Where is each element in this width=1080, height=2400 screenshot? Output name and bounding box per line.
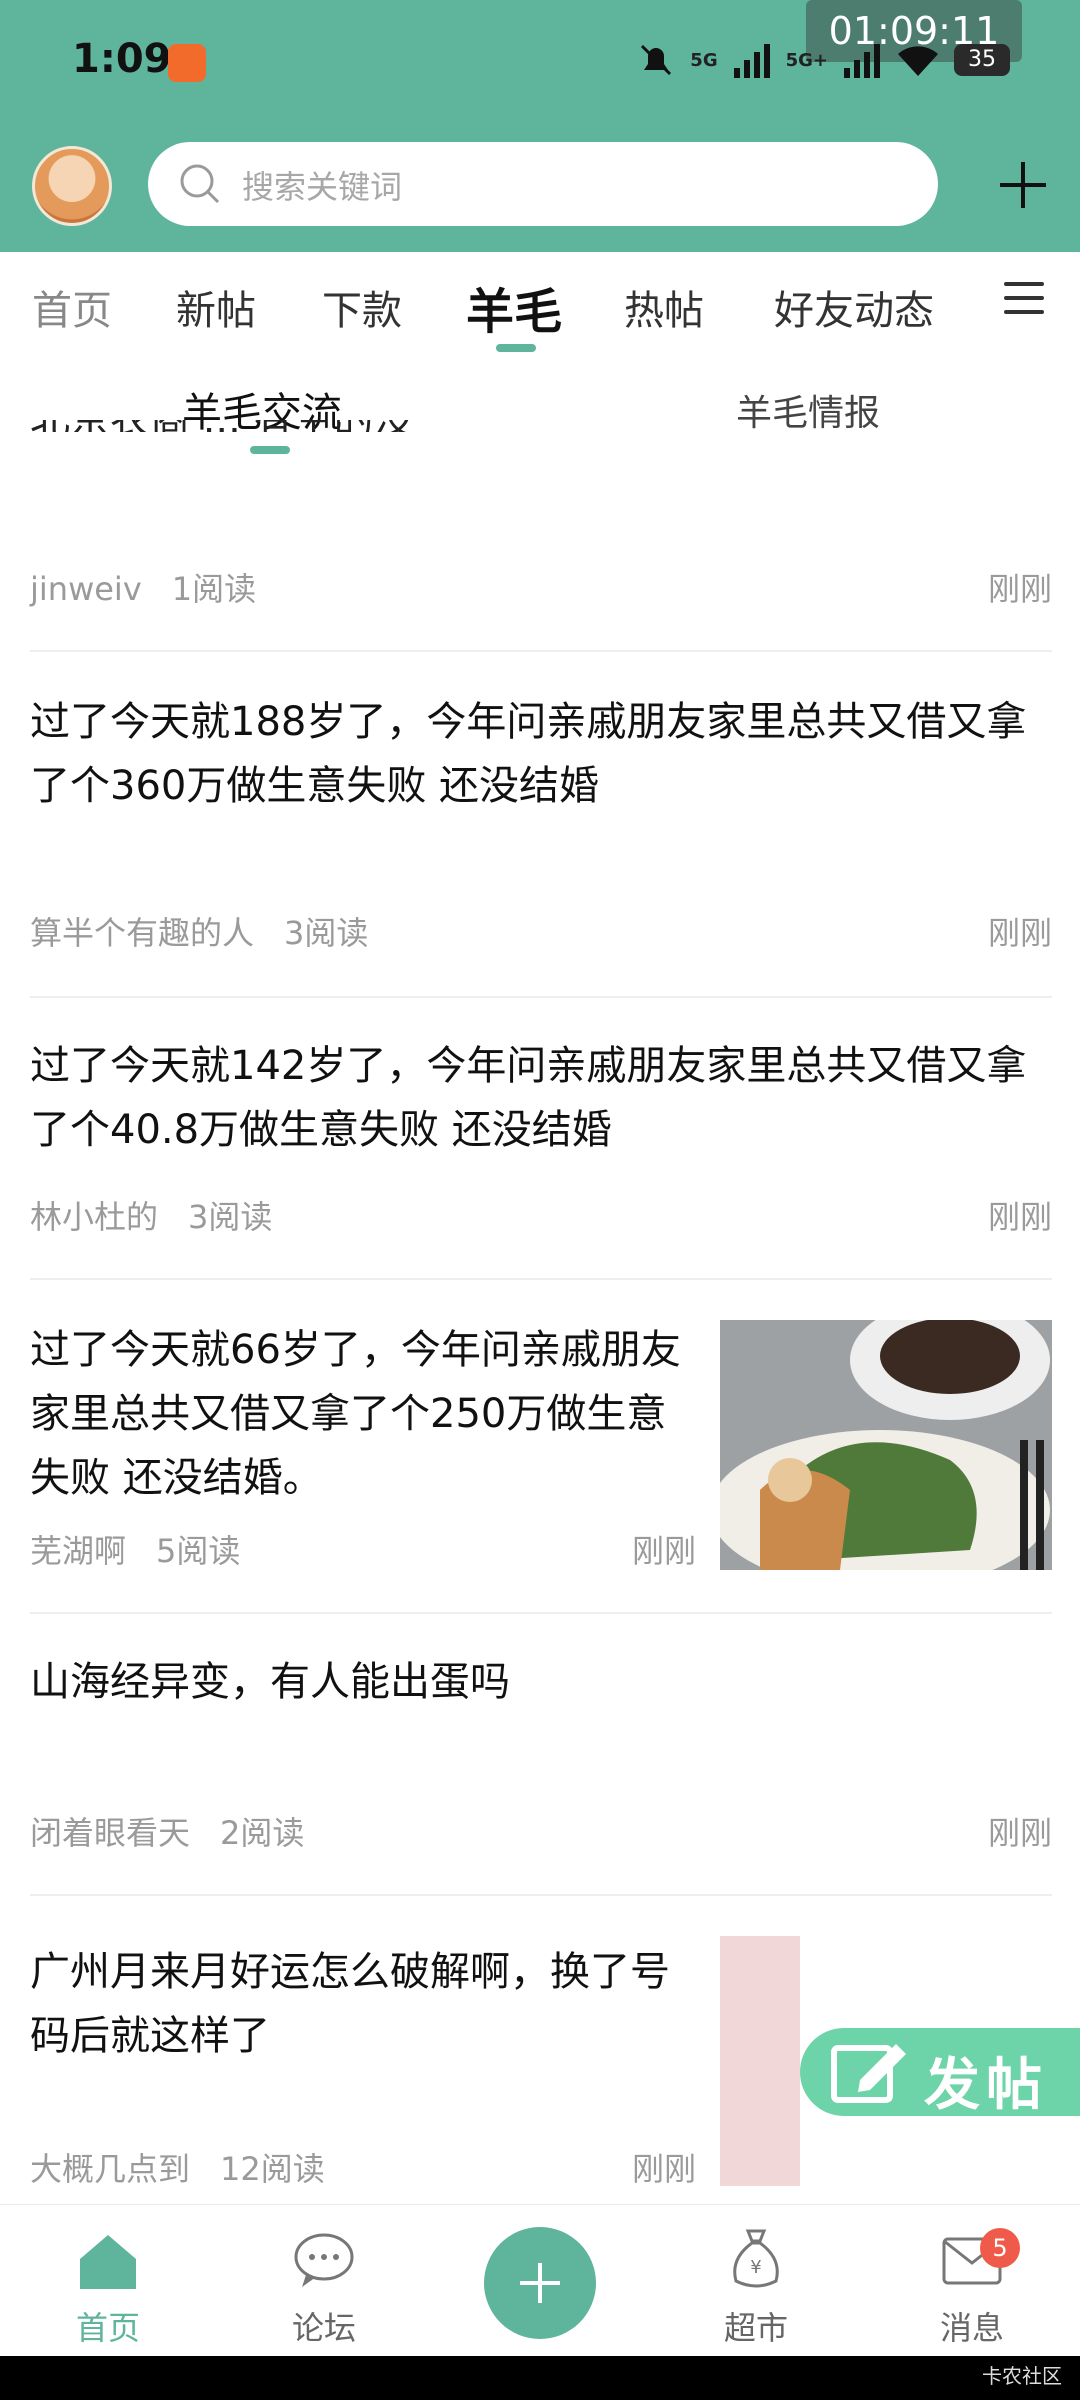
system-nav-bar [0, 2356, 1080, 2400]
post-time: 刚刚 [631, 1532, 696, 1570]
tab-home[interactable]: 首页 [32, 278, 112, 336]
post-author: 闭着眼看天 [30, 1814, 191, 1852]
post-reads: 1阅读 [171, 570, 257, 608]
post-author: 算半个有趣的人 [30, 914, 255, 952]
list-item[interactable]: 北京农商 ... 有空的没 jinweiv 1阅读 刚刚 [30, 420, 1052, 652]
tab-friends[interactable]: 好友动态 [774, 278, 934, 336]
nav-home[interactable]: 首页 [28, 2205, 188, 2357]
signal-bars-2-icon [844, 44, 880, 78]
post-time: 刚刚 [987, 914, 1052, 952]
status-time: 1:09 [72, 36, 172, 82]
post-meta: jinweiv 1阅读 [30, 564, 256, 610]
list-item[interactable]: 过了今天就142岁了，今年问亲戚朋友家里总共又借又拿了个40.8万做生意失败 还… [30, 998, 1052, 1280]
post-time: 刚刚 [987, 1814, 1052, 1852]
bottom-navigation: 首页 论坛 ¥ 超市 消息 [0, 2204, 1080, 2357]
list-item[interactable]: 过了今天就188岁了，今年问亲戚朋友家里总共又借又拿了个360万做生意失败 还没… [30, 652, 1052, 998]
post-title-partial: 北京农商 ... 有空的没 [30, 420, 1050, 432]
nav-forum-label: 论坛 [291, 2309, 356, 2347]
menu-icon[interactable] [1004, 282, 1044, 324]
post-meta: 芜湖啊 5阅读 [30, 1526, 240, 1572]
post-thumbnail[interactable] [720, 1936, 800, 2186]
tab-download[interactable]: 下款 [322, 278, 402, 336]
add-icon[interactable] [998, 160, 1048, 210]
post-reads: 12阅读 [220, 2150, 325, 2188]
message-badge: 5 [980, 2228, 1020, 2268]
status-icons: 5G 5G+ 35 [636, 40, 1010, 80]
active-tab-indicator [496, 344, 536, 352]
post-reads: 3阅读 [284, 914, 369, 952]
tab-new[interactable]: 新帖 [176, 278, 256, 336]
nav-market[interactable]: ¥ 超市 [676, 2205, 836, 2357]
post-time: 刚刚 [631, 2150, 696, 2188]
tab-wool[interactable]: 羊毛 [466, 272, 562, 342]
post-author: 林小杜的 [30, 1198, 159, 1236]
post-title: 过了今天就142岁了，今年问亲戚朋友家里总共又借又拿了个40.8万做生意失败 还… [30, 1043, 1027, 1153]
post-title: 过了今天就188岁了，今年问亲戚朋友家里总共又借又拿了个360万做生意失败 还没… [30, 699, 1027, 809]
post-reads: 5阅读 [156, 1532, 241, 1570]
tab-hot[interactable]: 热帖 [624, 278, 704, 336]
plus-icon [520, 2263, 560, 2303]
home-icon [80, 2235, 136, 2289]
search-placeholder: 搜索关键词 [242, 168, 403, 206]
sub-tabs: 羊毛交流 羊毛情报 [0, 360, 1080, 456]
post-title: 过了今天就66岁了，今年问亲戚朋友家里总共又借又拿了个250万做生意失败 还没结… [30, 1327, 681, 1501]
center-add-button[interactable] [484, 2227, 596, 2339]
user-avatar[interactable] [32, 146, 112, 226]
post-title: 广州月来月好运怎么破解啊，换了号码后就这样了 [30, 1949, 670, 2059]
list-item[interactable]: 山海经异变，有人能出蛋吗 闭着眼看天 2阅读 刚刚 [30, 1614, 1052, 1896]
post-author: 大概几点到 [30, 2150, 191, 2188]
post-reads: 2阅读 [220, 1814, 305, 1852]
app-header: 1:09 01:09:11 5G 5G+ 35 搜索关键词 [0, 0, 1080, 252]
watermark: 卡农社区 [982, 2364, 1062, 2388]
new-post-button[interactable]: 发帖 [800, 2028, 1080, 2118]
subtab-indicator [250, 446, 290, 454]
post-meta: 大概几点到 12阅读 [30, 2144, 325, 2190]
list-item[interactable]: 过了今天就66岁了，今年问亲戚朋友家里总共又借又拿了个250万做生意失败 还没结… [30, 1280, 1052, 1614]
nav-forum[interactable]: 论坛 [244, 2205, 404, 2357]
post-thumbnail[interactable] [720, 1320, 1052, 1570]
edit-icon [831, 2044, 906, 2103]
search-bar[interactable]: 搜索关键词 [148, 142, 938, 226]
chat-bubble-icon [294, 2233, 354, 2287]
signal-label-2: 5G+ [785, 49, 828, 71]
post-meta: 林小杜的 3阅读 [30, 1192, 272, 1238]
post-meta: 闭着眼看天 2阅读 [30, 1808, 304, 1854]
post-author: jinweiv [30, 570, 142, 608]
mute-bell-icon [641, 44, 672, 76]
nav-messages[interactable]: 消息 [892, 2205, 1052, 2357]
svg-text:¥: ¥ [750, 2257, 761, 2278]
battery-icon: 35 [954, 44, 1010, 76]
signal-label-1: 5G [690, 49, 718, 71]
post-author: 芜湖啊 [30, 1532, 127, 1570]
channel-tabs: 首页 新帖 下款 羊毛 热帖 好友动态 [0, 252, 1080, 352]
money-bag-icon: ¥ [733, 2229, 779, 2288]
nav-messages-label: 消息 [939, 2309, 1004, 2347]
post-meta: 算半个有趣的人 3阅读 [30, 908, 368, 954]
new-post-label: 发帖 [924, 2053, 1048, 2118]
post-reads: 3阅读 [188, 1198, 273, 1236]
signal-bars-icon [733, 44, 770, 78]
wifi-icon [898, 46, 938, 76]
app-notification-icon [168, 44, 206, 82]
post-time: 刚刚 [987, 570, 1052, 608]
search-icon [180, 164, 220, 204]
post-time: 刚刚 [987, 1198, 1052, 1236]
nav-home-label: 首页 [75, 2309, 140, 2347]
post-title: 山海经异变，有人能出蛋吗 [30, 1659, 510, 1705]
nav-market-label: 超市 [723, 2309, 788, 2347]
